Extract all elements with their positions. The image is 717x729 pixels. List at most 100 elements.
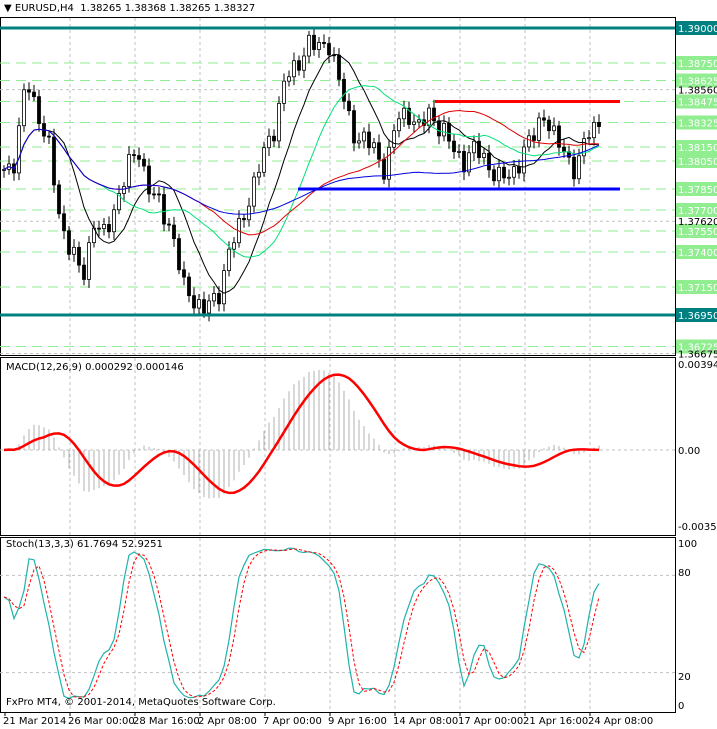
- collapse-triangle-icon[interactable]: ▼: [4, 3, 12, 14]
- candle: [252, 176, 256, 207]
- candle: [32, 91, 36, 98]
- candle: [302, 55, 306, 71]
- candle: [387, 146, 391, 180]
- candle: [82, 264, 86, 280]
- candle: [97, 227, 101, 230]
- macd-signal-line: [3, 373, 600, 495]
- x-tick-label: 2 Apr 08:00: [198, 716, 257, 727]
- candle: [17, 125, 21, 174]
- candle: [577, 155, 581, 180]
- candle: [532, 135, 536, 141]
- candle: [137, 155, 141, 160]
- candle: [187, 276, 191, 297]
- x-tick-label: 14 Apr 08:00: [393, 716, 458, 727]
- candle: [347, 100, 351, 112]
- candle: [292, 60, 296, 78]
- candle: [167, 223, 171, 226]
- candle: [512, 166, 516, 178]
- candle: [487, 152, 491, 171]
- level-label: 1.38750: [678, 59, 717, 70]
- candle: [77, 246, 81, 266]
- key-level-label: 1.36950: [678, 311, 717, 322]
- candle: [572, 156, 576, 180]
- x-tick-label: 21 Mar 2014: [3, 716, 66, 727]
- candle: [307, 34, 311, 57]
- candle: [242, 218, 246, 221]
- candle: [452, 140, 456, 153]
- candle: [322, 42, 326, 44]
- stoch-axis-label: 0: [678, 701, 684, 712]
- candle: [527, 135, 531, 148]
- candle: [192, 295, 196, 309]
- level-label: 1.37400: [678, 248, 717, 259]
- candle: [467, 152, 471, 173]
- level-label: 1.38050: [678, 157, 717, 168]
- x-tick-label: 28 Mar 16:00: [133, 716, 200, 727]
- candle: [472, 140, 476, 154]
- candle: [392, 130, 396, 148]
- candle: [112, 209, 116, 233]
- level-label: 1.38475: [678, 98, 717, 109]
- candle: [257, 171, 261, 178]
- candle: [132, 154, 136, 156]
- candle: [562, 146, 566, 153]
- candle: [197, 299, 201, 309]
- stoch-axis-label: 100: [678, 539, 697, 550]
- candle: [412, 121, 416, 125]
- level-label: 1.37700: [678, 206, 717, 217]
- ma-black-line: [3, 53, 600, 294]
- stoch-pane: [0, 537, 676, 713]
- candle: [182, 269, 186, 278]
- candle: [357, 140, 361, 144]
- candle: [342, 78, 346, 102]
- chart-window[interactable]: 21 Mar 2014 26 Mar 00:00 28 Mar 16:00 2 Apr…: [0, 0, 717, 729]
- candle: [27, 89, 31, 93]
- price-label: 1.38560: [678, 86, 717, 97]
- level-label: 1.37150: [678, 283, 717, 294]
- candle: [272, 135, 276, 142]
- candle: [217, 293, 221, 305]
- candle: [502, 166, 506, 179]
- candle: [507, 176, 511, 179]
- stoch-label: Stoch(13,3,3) 61.7694 52.9251: [6, 539, 163, 550]
- candle: [537, 117, 541, 141]
- candle: [522, 146, 526, 174]
- candle: [497, 166, 501, 182]
- x-tick-label: 7 Apr 00:00: [263, 716, 322, 727]
- candle: [317, 42, 321, 50]
- level-label: 1.38325: [678, 119, 717, 130]
- candle: [282, 80, 286, 104]
- x-tick-label: 26 Mar 00:00: [68, 716, 135, 727]
- candle: [57, 184, 61, 215]
- candle: [207, 300, 211, 314]
- candle: [202, 299, 206, 314]
- candle: [352, 110, 356, 144]
- candle: [177, 238, 181, 271]
- candle: [442, 122, 446, 137]
- macd-label: MACD(12,26,9) 0.000292 0.000146: [6, 362, 184, 373]
- candle: [2, 168, 6, 171]
- candle: [417, 119, 421, 123]
- price-label: 1.37620: [678, 217, 717, 228]
- candle: [312, 34, 316, 50]
- x-tick-label: 9 Apr 16:00: [328, 716, 387, 727]
- ma-red-line: [3, 109, 600, 236]
- candle: [437, 120, 441, 137]
- candle: [87, 242, 91, 280]
- candle: [552, 125, 556, 132]
- stoch-signal-line: [3, 548, 600, 698]
- stoch-axis-label: 80: [678, 568, 691, 579]
- candle: [22, 89, 26, 127]
- level-label: 1.37550: [678, 227, 717, 238]
- candle: [587, 137, 591, 140]
- candle: [127, 154, 131, 187]
- level-label: 1.38150: [678, 143, 717, 154]
- candle: [52, 136, 56, 186]
- candle: [142, 158, 146, 167]
- candle: [102, 224, 106, 229]
- candle: [267, 135, 271, 149]
- candle: [362, 131, 366, 142]
- candle: [517, 166, 521, 174]
- candle: [297, 60, 301, 71]
- candle: [232, 242, 236, 250]
